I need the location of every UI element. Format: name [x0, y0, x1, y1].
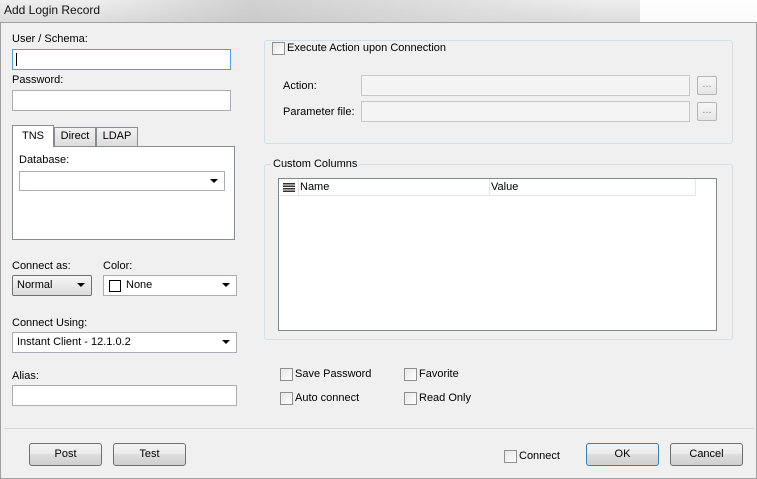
custom-columns-title: Custom Columns — [271, 158, 360, 170]
column-header-name-label: Name — [300, 181, 330, 193]
tab-direct-label: Direct — [60, 130, 90, 142]
test-button[interactable]: Test — [113, 443, 186, 466]
post-button-label: Post — [54, 448, 77, 460]
title-bar-background — [100, 0, 600, 22]
cancel-button-label: Cancel — [689, 448, 724, 460]
column-header-value-label: Value — [491, 181, 519, 193]
window-title: Add Login Record — [4, 3, 101, 17]
action-label: Action: — [283, 80, 317, 92]
column-header-value[interactable]: Value — [490, 179, 696, 196]
user-schema-input[interactable] — [12, 49, 231, 70]
save-password-checkbox[interactable] — [280, 368, 293, 381]
title-bar-background-right — [640, 0, 757, 22]
color-value: None — [126, 279, 153, 291]
chevron-down-icon — [222, 283, 230, 287]
action-input[interactable] — [361, 75, 690, 96]
test-button-label: Test — [139, 448, 160, 460]
column-header-name[interactable]: Name — [299, 179, 490, 196]
auto-connect-label: Auto connect — [295, 392, 360, 404]
execute-action-checkbox[interactable] — [272, 42, 285, 55]
user-schema-label: User / Schema: — [12, 33, 88, 45]
parameter-file-label: Parameter file: — [283, 106, 355, 118]
alias-input[interactable] — [12, 385, 237, 406]
ok-button-label: OK — [614, 448, 631, 460]
database-label: Database: — [19, 154, 70, 166]
ok-button[interactable]: OK — [586, 443, 659, 466]
parameter-file-browse-button[interactable]: ... — [697, 102, 717, 121]
connect-using-value: Instant Client - 12.1.0.2 — [17, 336, 131, 348]
color-combobox[interactable]: None — [103, 275, 237, 296]
tns-tab-panel: Database: — [12, 146, 235, 240]
alias-label: Alias: — [12, 370, 39, 382]
grid-indicator-header[interactable] — [279, 179, 299, 196]
color-label: Color: — [103, 260, 133, 272]
tab-tns-label: TNS — [22, 130, 44, 142]
chevron-down-icon — [77, 283, 85, 287]
action-browse-button[interactable]: ... — [697, 76, 717, 95]
connect-as-label: Connect as: — [12, 260, 71, 272]
connect-checkbox[interactable] — [504, 450, 517, 463]
color-swatch — [109, 280, 121, 292]
favorite-label: Favorite — [419, 368, 459, 380]
cancel-button[interactable]: Cancel — [670, 443, 743, 466]
chevron-down-icon — [222, 340, 230, 344]
read-only-checkbox[interactable] — [404, 392, 417, 405]
tab-ldap[interactable]: LDAP — [96, 127, 138, 146]
chevron-down-icon — [210, 179, 218, 183]
favorite-checkbox[interactable] — [404, 368, 417, 381]
dialog-body: User / Schema: Password: TNS Direct LDAP… — [0, 22, 757, 479]
custom-columns-grid[interactable]: Name Value — [278, 178, 717, 331]
password-label: Password: — [12, 74, 64, 86]
connect-label: Connect — [519, 450, 560, 462]
add-login-record-dialog: Add Login Record User / Schema: Password… — [0, 0, 757, 479]
list-icon — [283, 183, 295, 192]
execute-action-label: Execute Action upon Connection — [287, 42, 449, 54]
browse-ellipsis-icon: ... — [702, 104, 712, 116]
connect-using-combobox[interactable]: Instant Client - 12.1.0.2 — [12, 332, 237, 353]
tab-ldap-label: LDAP — [102, 130, 132, 142]
tab-direct[interactable]: Direct — [54, 127, 96, 146]
connect-as-value: Normal — [17, 279, 53, 291]
connect-as-combobox[interactable]: Normal — [12, 275, 92, 296]
connect-using-label: Connect Using: — [12, 317, 88, 329]
footer-separator — [4, 428, 754, 429]
auto-connect-checkbox[interactable] — [280, 392, 293, 405]
text-caret — [16, 53, 17, 66]
database-combobox[interactable] — [19, 171, 225, 191]
save-password-label: Save Password — [295, 368, 372, 380]
tab-tns[interactable]: TNS — [12, 125, 54, 147]
browse-ellipsis-icon: ... — [702, 78, 712, 90]
read-only-label: Read Only — [419, 392, 471, 404]
post-button[interactable]: Post — [29, 443, 102, 466]
parameter-file-input[interactable] — [361, 101, 690, 122]
password-input[interactable] — [12, 90, 231, 111]
title-bar[interactable]: Add Login Record — [0, 0, 757, 22]
